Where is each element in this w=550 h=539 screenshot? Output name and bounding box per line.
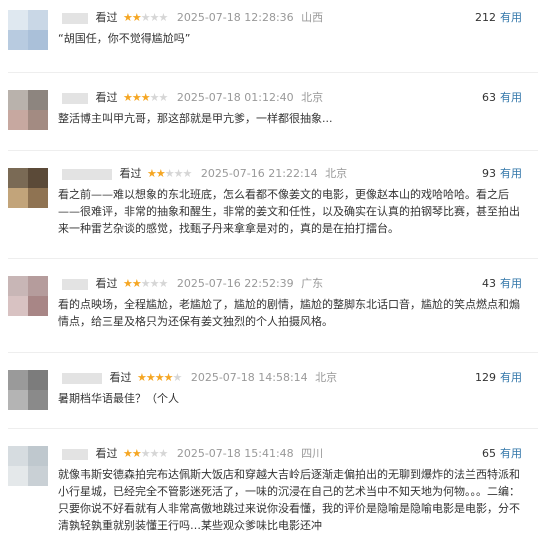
review-location: 四川 xyxy=(301,447,324,460)
review-location: 北京 xyxy=(301,91,324,104)
review-content: 看之前——难以想象的东北班底，怎么看都不像姜文的电影，更像赵本山的戏哈哈哈。看之… xyxy=(58,188,520,235)
review-content: “胡国任，你不觉得尴尬吗” xyxy=(58,32,191,45)
review-time[interactable]: 2025-07-18 15:41:48 xyxy=(177,447,294,460)
divider xyxy=(8,428,538,429)
review-content: 看的点映场，全程尴尬，老尴尬了，尴尬的剧情，尴尬的整脚东北话口音，尴尬的笑点燃点… xyxy=(58,298,520,328)
useful-count: 63 xyxy=(482,91,496,104)
useful-button[interactable]: 有用 xyxy=(500,277,522,290)
username-blurred[interactable] xyxy=(62,92,88,104)
useful-button[interactable]: 有用 xyxy=(500,371,522,384)
rating-stars: ★★★★★ xyxy=(123,277,168,290)
username-blurred[interactable] xyxy=(62,448,88,460)
review-time[interactable]: 2025-07-18 12:28:36 xyxy=(177,11,294,24)
avatar[interactable] xyxy=(8,10,48,50)
useful-button[interactable]: 有用 xyxy=(500,167,522,180)
useful-button[interactable]: 有用 xyxy=(500,11,522,24)
rating-stars: ★★★★★ xyxy=(123,11,168,24)
rating-stars: ★★★★★ xyxy=(123,447,168,460)
review-content: 暑期档华语最佳？（个人 xyxy=(58,392,179,405)
avatar[interactable] xyxy=(8,370,48,410)
avatar[interactable] xyxy=(8,276,48,316)
useful-count: 65 xyxy=(482,447,496,460)
review-time[interactable]: 2025-07-16 21:22:14 xyxy=(201,167,318,180)
watch-status: 看过 xyxy=(109,371,132,384)
useful-count: 212 xyxy=(475,11,496,24)
review-location: 山西 xyxy=(301,11,324,24)
divider xyxy=(8,72,538,73)
review-time[interactable]: 2025-07-16 22:52:39 xyxy=(177,277,294,290)
username-blurred[interactable] xyxy=(62,168,112,180)
review-location: 广东 xyxy=(301,277,324,290)
review-content: 整活博主叫甲亢哥，那这部就是甲亢爹，一样都很抽象... xyxy=(58,112,333,125)
divider xyxy=(8,258,538,259)
watch-status: 看过 xyxy=(95,11,118,24)
username-blurred[interactable] xyxy=(62,372,102,384)
review-content: 就像韦斯安德森拍完布达佩斯大饭店和穿越大吉岭后逐渐走偏拍出的无聊到爆炸的法兰西特… xyxy=(58,468,520,532)
username-blurred[interactable] xyxy=(62,12,88,24)
rating-stars: ★★★★★ xyxy=(137,371,182,384)
watch-status: 看过 xyxy=(95,277,118,290)
rating-stars: ★★★★★ xyxy=(123,91,168,104)
review-time[interactable]: 2025-07-18 14:58:14 xyxy=(191,371,308,384)
username-blurred[interactable] xyxy=(62,278,88,290)
avatar[interactable] xyxy=(8,446,48,486)
divider xyxy=(8,352,538,353)
useful-button[interactable]: 有用 xyxy=(500,447,522,460)
useful-button[interactable]: 有用 xyxy=(500,91,522,104)
review-location: 北京 xyxy=(315,371,338,384)
useful-count: 93 xyxy=(482,167,496,180)
watch-status: 看过 xyxy=(119,167,142,180)
review-time[interactable]: 2025-07-18 01:12:40 xyxy=(177,91,294,104)
watch-status: 看过 xyxy=(95,447,118,460)
avatar[interactable] xyxy=(8,168,48,208)
divider xyxy=(8,150,538,151)
useful-count: 43 xyxy=(482,277,496,290)
avatar[interactable] xyxy=(8,90,48,130)
rating-stars: ★★★★★ xyxy=(147,167,192,180)
useful-count: 129 xyxy=(475,371,496,384)
review-location: 北京 xyxy=(325,167,348,180)
watch-status: 看过 xyxy=(95,91,118,104)
